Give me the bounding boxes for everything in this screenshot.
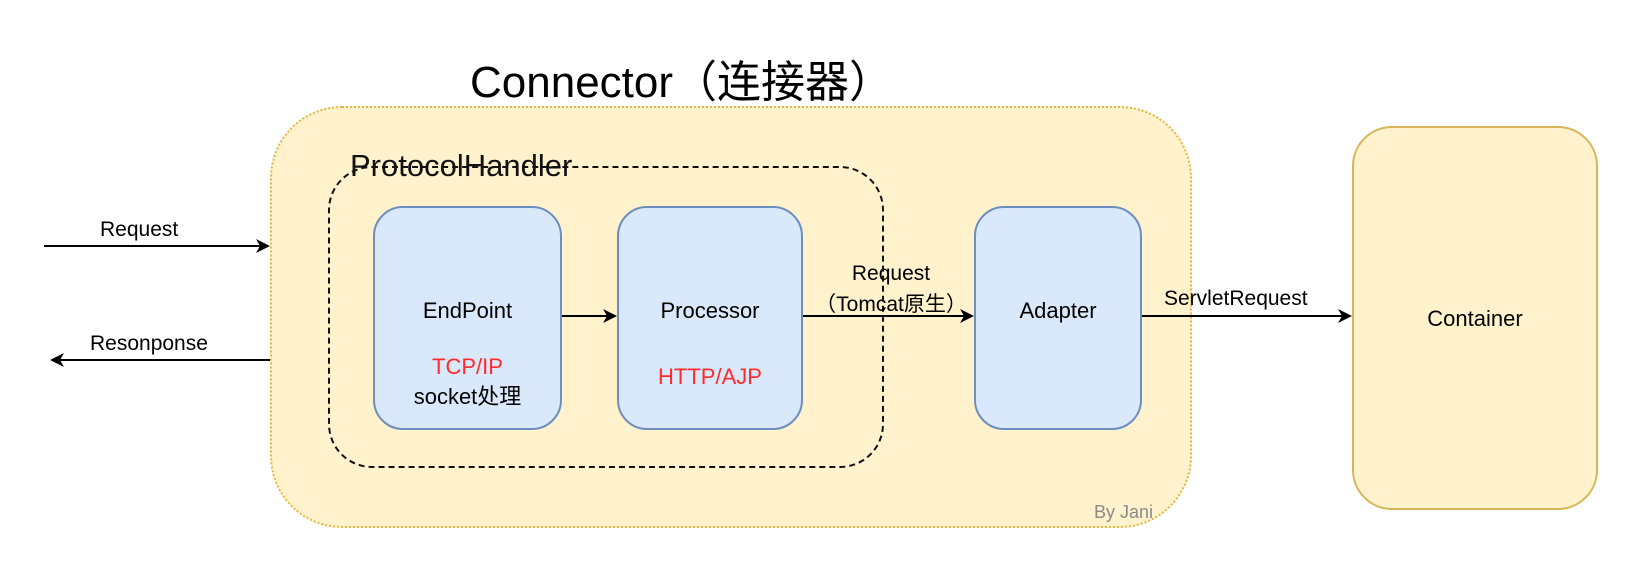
request-in-label: Request [100,218,179,241]
processor-to-adapter-label-1: Request [851,262,931,285]
adapter-to-container-label: ServletRequest [1164,287,1308,310]
processor-to-adapter-label-2: （Tomcat原生） [815,293,967,316]
author-watermark: By Jani [1094,502,1154,522]
response-out-label: Resonponse [90,332,208,355]
